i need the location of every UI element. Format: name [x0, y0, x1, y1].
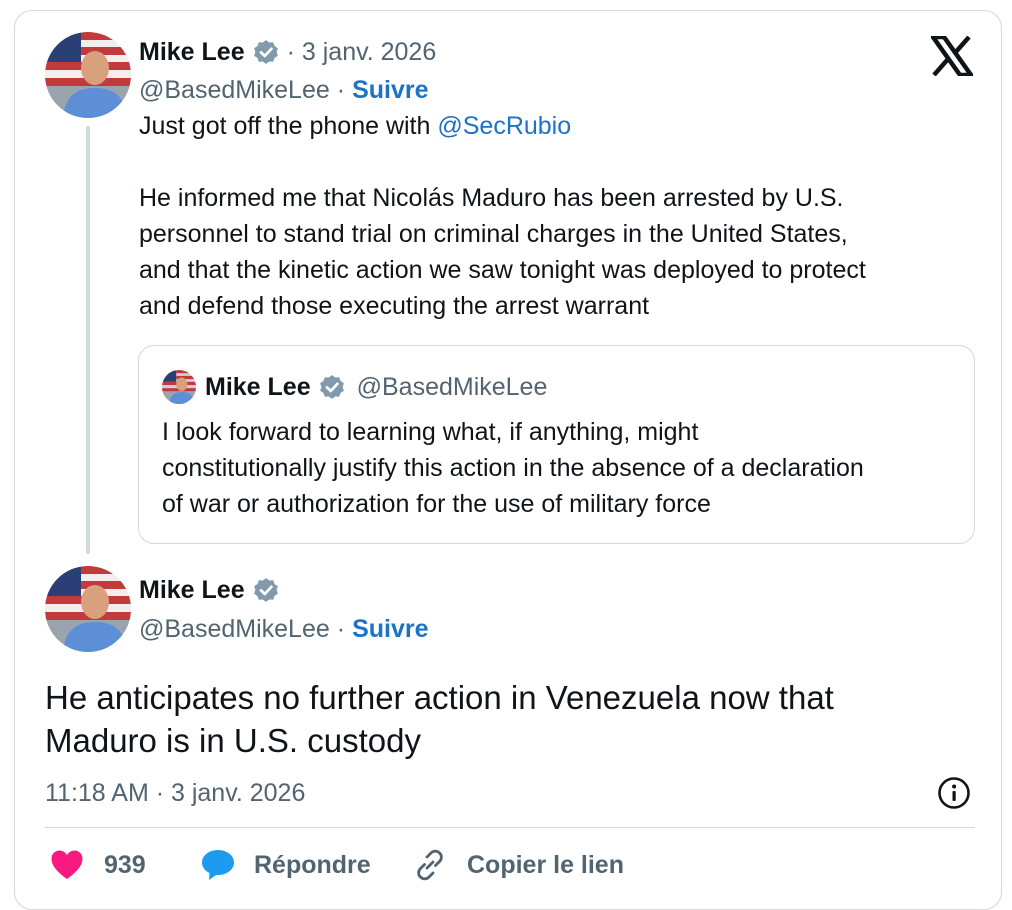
verified-badge-icon — [317, 372, 347, 402]
link-icon — [413, 848, 447, 882]
reply-label: Répondre — [254, 850, 371, 879]
tweet-date[interactable]: · 3 janv. 2026 — [287, 38, 437, 67]
quote-author-handle: @BasedMikeLee — [356, 372, 548, 401]
avatar[interactable] — [45, 566, 131, 652]
verified-badge-icon — [251, 575, 281, 605]
author-handle[interactable]: @BasedMikeLee — [139, 76, 330, 105]
author-name[interactable]: Mike Lee — [139, 576, 245, 605]
quote-author-name: Mike Lee — [205, 372, 311, 401]
tweet-text-intro: Just got off the phone with — [139, 112, 438, 140]
like-button[interactable]: 939 — [50, 846, 146, 884]
verified-badge-icon — [251, 37, 281, 67]
follow-button[interactable]: Suivre — [352, 615, 428, 644]
author-name[interactable]: Mike Lee — [139, 38, 245, 67]
tweet-text: Just got off the phone with @SecRubio — [139, 108, 969, 144]
separator-dot: · — [336, 614, 346, 643]
mention-link[interactable]: @SecRubio — [437, 112, 571, 140]
tweet-text-body: He informed me that Nicolás Maduro has b… — [139, 184, 866, 320]
quote-text: I look forward to learning what, if anyt… — [162, 418, 864, 518]
reply-bubble-icon — [200, 848, 236, 882]
divider — [45, 827, 975, 828]
heart-icon — [50, 849, 84, 881]
copy-link-button[interactable]: Copier le lien — [413, 846, 624, 884]
reply-button[interactable]: Répondre — [200, 846, 371, 884]
main-tweet-text: He anticipates no further action in Vene… — [45, 679, 834, 759]
x-logo-icon[interactable] — [928, 34, 976, 78]
info-icon[interactable] — [937, 776, 971, 810]
copy-link-label: Copier le lien — [467, 850, 624, 879]
tweet-timestamp[interactable]: 11:18 AM · 3 janv. 2026 — [45, 776, 305, 810]
separator-dot: · — [336, 75, 346, 104]
quote-avatar[interactable] — [162, 370, 196, 404]
avatar[interactable] — [45, 32, 131, 118]
like-count: 939 — [104, 850, 146, 879]
thread-connector — [86, 126, 90, 554]
author-handle[interactable]: @BasedMikeLee — [139, 615, 330, 644]
follow-button[interactable]: Suivre — [352, 76, 428, 105]
